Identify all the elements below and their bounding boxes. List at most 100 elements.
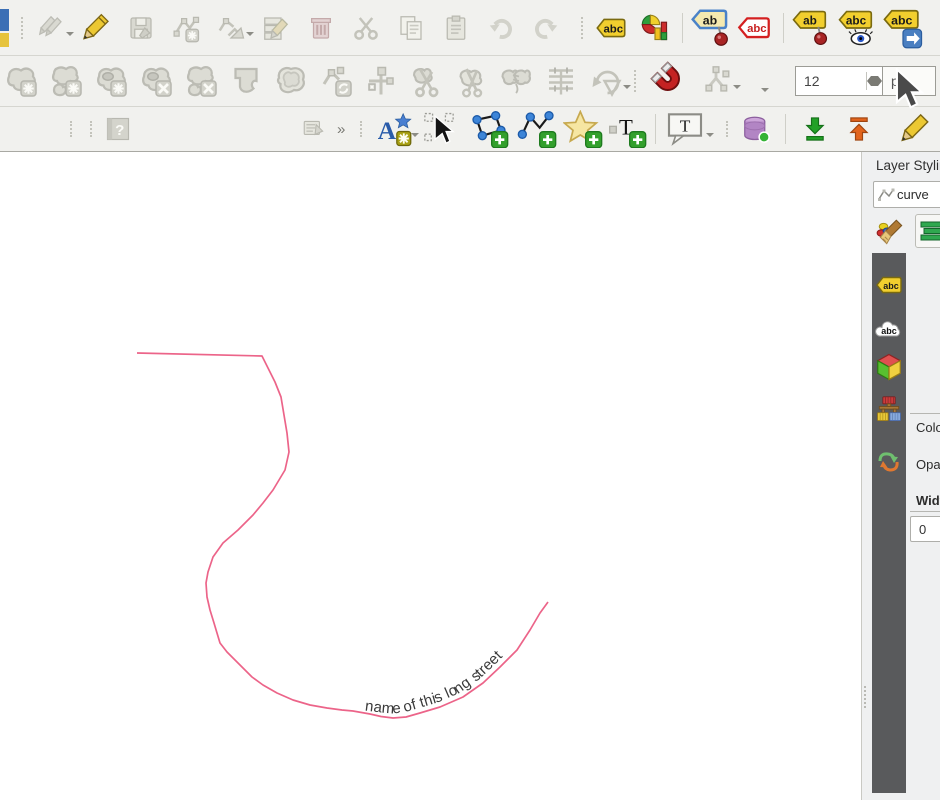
svg-text:abc: abc — [891, 13, 912, 27]
map-canvas[interactable]: name of this long street — [0, 152, 862, 800]
toolbar-grip[interactable] — [726, 121, 732, 137]
current-edits-icon — [36, 13, 66, 43]
panel-splitter-grip[interactable] — [864, 686, 869, 708]
tab-diagrams[interactable] — [872, 393, 906, 427]
split-parts-button[interactable] — [452, 61, 490, 101]
reshape-features-button[interactable] — [227, 61, 265, 101]
spinner-buttons[interactable] — [866, 72, 882, 90]
delete-ring-button[interactable] — [137, 61, 175, 101]
modify-annotations-button[interactable] — [421, 109, 457, 149]
svg-text:ab: ab — [803, 14, 817, 27]
toolbar-grip[interactable] — [581, 17, 587, 39]
help-contents-button[interactable]: ? — [103, 112, 133, 146]
tracing-button[interactable] — [697, 61, 735, 101]
rotate-feature-button[interactable] — [587, 61, 625, 101]
toolbar-separator — [785, 114, 786, 144]
delete-part-button[interactable] — [182, 61, 220, 101]
history-tab-icon — [875, 449, 903, 475]
layer-labeling-options-button[interactable]: abc — [594, 8, 628, 48]
toolbar-grip[interactable] — [70, 121, 76, 137]
text-annotation-style-button[interactable]: A — [373, 109, 413, 149]
selected-layer-name: curve — [897, 187, 929, 202]
vertex-tool-settings-button[interactable] — [317, 61, 355, 101]
toolbar-grip[interactable] — [360, 121, 366, 137]
tab-callouts[interactable]: abc — [872, 313, 906, 347]
text-annotation-button[interactable]: T — [607, 109, 647, 149]
move-label-icon: ab — [790, 7, 830, 49]
merge-features-button[interactable] — [497, 61, 535, 101]
snapping-magnet-icon — [649, 60, 691, 102]
copy-icon — [396, 13, 426, 43]
layer-diagram-options-button[interactable] — [638, 8, 672, 48]
fill-ring-button[interactable] — [92, 61, 130, 101]
divider — [910, 413, 940, 414]
toolbar-grip[interactable] — [21, 17, 27, 39]
balloon-annotation-icon: T — [665, 111, 705, 147]
vertex-tool-button[interactable] — [214, 8, 248, 48]
layer-select-combo[interactable]: curve — [873, 181, 940, 208]
toggle-editing-button[interactable] — [79, 8, 113, 48]
chevron-down-icon — [733, 85, 741, 93]
copy-features-button[interactable] — [394, 8, 428, 48]
show-hide-labels-button[interactable]: abc — [836, 6, 876, 50]
download-layer-button[interactable] — [800, 112, 830, 146]
split-features-button[interactable] — [407, 61, 445, 101]
offline-editing-button[interactable] — [741, 112, 771, 146]
cube-3d-icon — [874, 352, 904, 382]
toolbar-grip[interactable] — [90, 121, 96, 137]
spin-down-icon — [867, 81, 882, 90]
toolbar-annotations: ? » A — [0, 107, 940, 152]
modify-attributes-button[interactable] — [259, 8, 293, 48]
toolbar-separator — [783, 13, 784, 43]
snapping-tolerance-input[interactable] — [796, 72, 866, 90]
undo-button[interactable] — [484, 8, 518, 48]
vertex-tool-current-layer-icon — [216, 13, 246, 43]
save-edits-button[interactable] — [124, 8, 158, 48]
line-annotation-button[interactable] — [517, 109, 557, 149]
vertex-tool-icon — [171, 13, 201, 43]
change-label-properties-button[interactable]: abc — [880, 6, 926, 50]
split-features-icon — [408, 63, 444, 99]
map-tips-button[interactable] — [299, 112, 329, 146]
current-edits-button[interactable] — [34, 8, 68, 48]
trim-extend-icon — [363, 63, 399, 99]
balloon-annotation-button[interactable]: T — [662, 109, 708, 149]
cut-features-button[interactable] — [349, 8, 383, 48]
svg-text:abc: abc — [881, 326, 897, 336]
snapping-tolerance-spinbox[interactable] — [795, 66, 883, 96]
paste-features-button[interactable] — [439, 8, 473, 48]
tab-history[interactable] — [872, 445, 906, 479]
change-label-icon: abc — [880, 7, 926, 49]
width-value: 0 — [919, 522, 926, 537]
chevron-down-icon[interactable] — [761, 88, 769, 96]
offset-curve-button[interactable] — [272, 61, 310, 101]
symbol-list-button[interactable] — [915, 214, 940, 248]
tab-3d-view[interactable] — [872, 350, 906, 384]
toolbar-grip[interactable] — [634, 70, 640, 92]
text-format-icon: A — [374, 111, 412, 147]
toolbar-overflow-button[interactable]: » — [337, 121, 345, 138]
move-label-button[interactable]: ab — [790, 6, 830, 50]
pin-unpin-labels-button[interactable]: ab — [689, 6, 731, 50]
width-value-field[interactable]: 0 — [910, 516, 940, 542]
highlight-pinned-labels-button[interactable]: abc — [735, 8, 773, 48]
marker-annotation-button[interactable] — [563, 109, 603, 149]
polygon-annotation-button[interactable] — [469, 109, 509, 149]
redo-button[interactable] — [529, 8, 563, 48]
tab-labels[interactable]: abc — [872, 268, 906, 302]
add-ring-icon — [3, 63, 39, 99]
edit-pencil-button[interactable] — [898, 110, 932, 148]
panel-tab-bar: abc abc — [872, 253, 906, 793]
spin-down-button[interactable] — [867, 81, 882, 90]
vertex-tool-all-layers-button[interactable] — [169, 8, 203, 48]
delete-selected-button[interactable] — [304, 8, 338, 48]
diagrams-tab-icon — [874, 394, 904, 426]
tab-symbology[interactable] — [871, 215, 911, 251]
merge-attributes-button[interactable] — [542, 61, 580, 101]
trim-extend-button[interactable] — [362, 61, 400, 101]
add-ring-button[interactable] — [2, 61, 40, 101]
spin-up-button[interactable] — [867, 72, 882, 81]
add-part-button[interactable] — [47, 61, 85, 101]
upload-layer-button[interactable] — [844, 112, 874, 146]
enable-snapping-button[interactable] — [647, 58, 693, 104]
